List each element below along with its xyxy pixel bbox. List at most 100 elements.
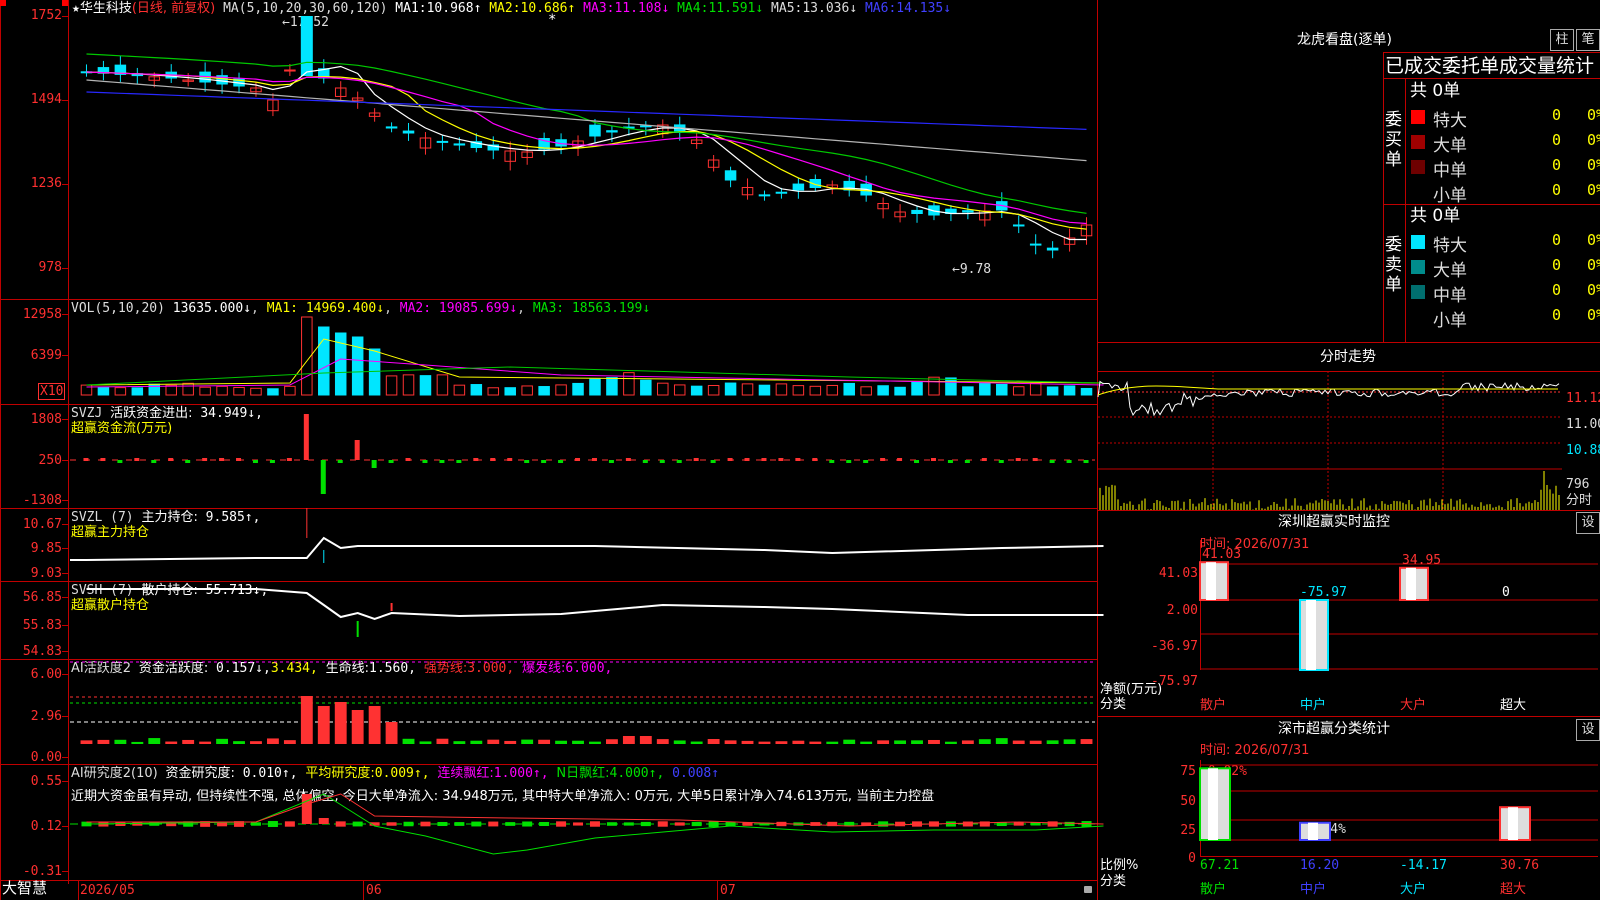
volume-bar xyxy=(996,383,1008,396)
activity-bar xyxy=(114,739,127,744)
candle-body xyxy=(1029,243,1042,246)
volume-bar xyxy=(538,386,550,396)
activity-bar xyxy=(656,739,669,744)
flow-bar xyxy=(625,458,631,461)
flow-bar xyxy=(541,460,547,463)
volume-bar xyxy=(402,374,415,396)
research-bar xyxy=(267,821,278,827)
row-pct: 0% xyxy=(1587,181,1600,199)
activity-bar xyxy=(894,740,907,744)
volume-bar xyxy=(928,376,940,396)
volume-chart xyxy=(80,316,1104,396)
research-bar xyxy=(284,821,295,827)
activity-bar xyxy=(1012,740,1025,744)
volume-bar xyxy=(233,386,245,396)
flow-bar xyxy=(202,458,208,461)
buy-row-l: 大单 0 0% xyxy=(1407,130,1600,156)
flow-bar xyxy=(897,458,903,461)
intraday-price-mid: 11.00 xyxy=(1566,417,1600,432)
flow-bar xyxy=(422,460,428,463)
sz-classify-y-tick: 25 xyxy=(1180,823,1196,838)
volume-bar xyxy=(250,387,262,396)
flow-bar xyxy=(303,414,309,460)
research-bar xyxy=(522,821,533,827)
intraday-chart[interactable] xyxy=(1097,371,1564,510)
candle-body xyxy=(453,143,466,146)
flow-bar xyxy=(914,460,920,463)
volume-bar xyxy=(555,384,567,396)
research-bar xyxy=(250,822,261,826)
row-name: 小单 xyxy=(1433,311,1467,331)
intraday-title[interactable]: 分时走势 xyxy=(1320,350,1376,365)
candle-body xyxy=(300,16,313,76)
flow-bar xyxy=(354,440,360,460)
activity-bar xyxy=(572,740,584,744)
activity-bar xyxy=(165,741,178,744)
activity-bar xyxy=(995,738,1008,744)
flow-bar xyxy=(930,458,936,461)
activity-bar xyxy=(555,740,568,744)
volume-bar xyxy=(945,377,957,396)
activity-bar xyxy=(639,736,652,744)
activity-bar xyxy=(419,741,432,744)
flow-bar xyxy=(727,458,733,461)
flow-bar xyxy=(337,460,343,463)
research-bar xyxy=(556,821,567,827)
candlestick-chart[interactable]: * xyxy=(0,0,1097,299)
research-bar xyxy=(335,821,346,827)
flow-bar xyxy=(744,458,750,461)
research-bar xyxy=(708,821,719,827)
activity-bar xyxy=(758,741,771,744)
pen-view-button[interactable]: 笔 xyxy=(1576,29,1600,51)
research-bar xyxy=(454,822,465,826)
color-swatch xyxy=(1411,310,1425,324)
activity-bar xyxy=(250,741,262,744)
candle-body xyxy=(606,130,618,133)
volume-bar xyxy=(758,384,771,396)
volume-bar xyxy=(504,387,516,396)
research-bar xyxy=(674,822,685,826)
row-pct: 0% xyxy=(1587,106,1600,124)
activity-bar xyxy=(622,736,635,744)
volume-bar xyxy=(792,385,805,396)
research-bar xyxy=(1064,821,1075,827)
activity-bar xyxy=(470,740,483,744)
candle-body xyxy=(962,210,974,213)
volume-bar xyxy=(368,348,381,396)
app-name[interactable]: 大智慧 xyxy=(2,881,47,896)
activity-bar xyxy=(487,739,500,744)
activity-bar xyxy=(334,702,347,744)
research-bar xyxy=(979,821,990,827)
flow-bar xyxy=(880,458,886,461)
buy-side-block: 共 0单 特大 0 0% 大单 0 0% 中单 0 0% 小单 0 0% xyxy=(1407,80,1600,206)
flow-bar xyxy=(795,458,801,461)
research-bar xyxy=(420,821,431,827)
activity-bar xyxy=(826,741,839,744)
flow-bar xyxy=(185,460,191,463)
research-bar xyxy=(606,822,617,826)
row-pct: 0% xyxy=(1587,281,1600,299)
buy-row-m: 中单 0 0% xyxy=(1407,155,1600,181)
sz-classify-chart xyxy=(1199,760,1598,857)
sz-classify-settings-button[interactable]: 设 xyxy=(1576,719,1600,741)
research-bar xyxy=(437,821,448,827)
bar-view-button[interactable]: 柱 xyxy=(1550,29,1574,51)
volume-bar xyxy=(673,384,686,396)
sz-classify-time: 时间: 2026/07/31 xyxy=(1200,743,1310,758)
sell-row-m: 中单 0 0% xyxy=(1407,280,1600,306)
activity-bar xyxy=(724,740,737,744)
sz-monitor-settings-button[interactable]: 设 xyxy=(1576,512,1600,534)
deal-stat-heading: 已成交委托单成交量统计 xyxy=(1385,55,1595,77)
volume-bar xyxy=(775,383,788,396)
activity-bar xyxy=(1063,739,1076,744)
research-bar xyxy=(1047,821,1058,827)
activity-bar xyxy=(351,710,364,744)
activity-bar xyxy=(843,739,856,744)
monitor-value-label: -75.97 xyxy=(1300,585,1347,600)
row-name: 特大 xyxy=(1433,236,1467,256)
flow-bar xyxy=(829,460,835,463)
candle-body xyxy=(436,140,449,143)
row-count: 0 xyxy=(1551,231,1561,249)
volume-bar xyxy=(318,326,330,396)
retail-line xyxy=(86,588,1104,621)
